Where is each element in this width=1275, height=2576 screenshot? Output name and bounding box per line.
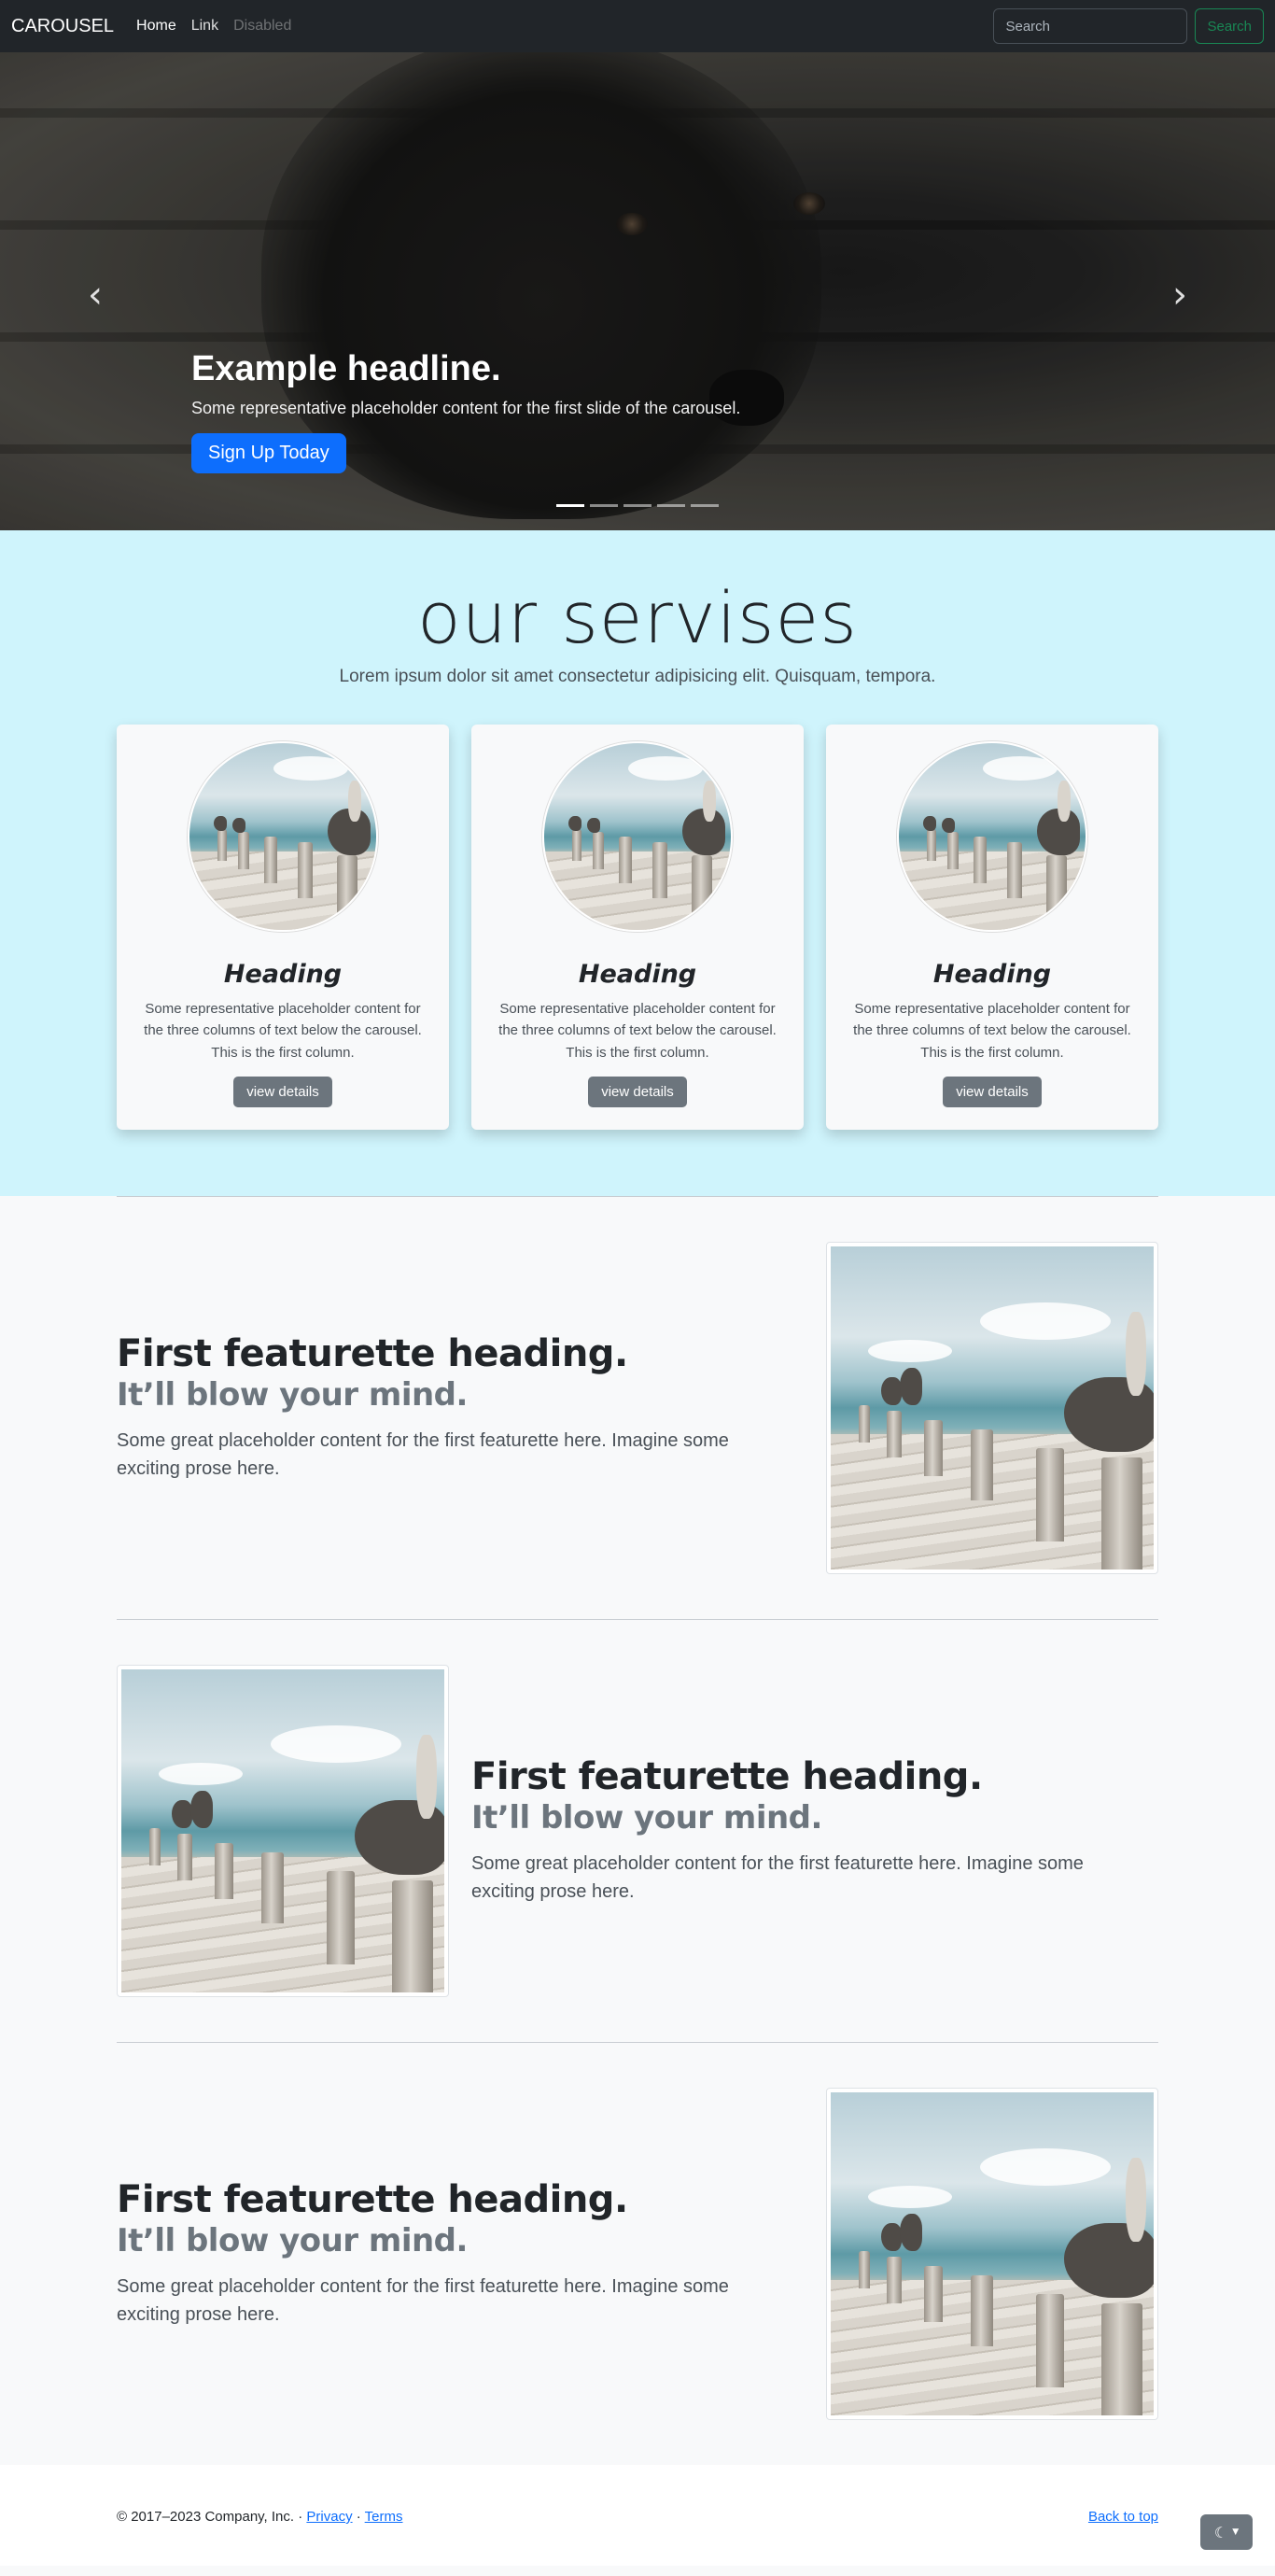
carousel-prev-button[interactable]: ‹ [77,276,114,314]
featurette-image [826,1242,1158,1574]
search-form: Search [993,8,1264,44]
copyright-text: © 2017–2023 Company, Inc. · [117,2509,307,2525]
featurette-heading-text: First featurette heading. [117,1332,628,1376]
featurette-3: First featurette heading. It’ll blow you… [117,2043,1158,2465]
carousel-indicator-4[interactable] [657,504,685,507]
featurette-heading: First featurette heading. It’ll blow you… [471,1756,1158,1836]
card-heading: Heading [578,960,697,989]
carousel-indicators [0,504,1275,507]
search-button[interactable]: Search [1195,8,1264,44]
carousel-indicator-3[interactable] [623,504,652,507]
featurette-heading: First featurette heading. It’ll blow you… [117,2179,826,2259]
service-card: Heading Some representative placeholder … [471,725,804,1130]
carousel-caption: Example headline. Some representative pl… [191,349,740,473]
featurette-heading-text: First featurette heading. [117,2178,628,2222]
brand-link[interactable]: CAROUSEL [11,16,114,37]
featurette-2: First featurette heading. It’ll blow you… [117,1620,1158,2042]
carousel-next-button[interactable]: › [1161,276,1198,314]
footer-separator: · [352,2509,365,2525]
theme-toggle-button[interactable]: ☾ ▼ [1200,2514,1253,2550]
search-input[interactable] [993,8,1188,44]
carousel-indicator-2[interactable] [590,504,618,507]
card-text: Some representative placeholder content … [498,1001,777,1061]
service-card: Heading Some representative placeholder … [117,725,449,1130]
nav-link-home[interactable]: Home [136,18,176,35]
featurette-subheading: It’ll blow your mind. [117,2222,468,2260]
nav-link-link[interactable]: Link [191,18,218,35]
card-heading: Heading [223,960,343,989]
navbar: CAROUSEL Home Link Disabled Search [0,0,1275,52]
chevron-right-icon: › [1172,274,1187,317]
featurette-text: Some great placeholder content for the f… [471,1852,1084,1902]
featurettes: First featurette heading. It’ll blow you… [117,1196,1158,2465]
carousel-text: Some representative placeholder content … [191,399,741,417]
services-section: our servises Lorem ipsum dolor sit amet … [0,530,1275,1196]
services-lead: Lorem ipsum dolor sit amet consectetur a… [339,667,936,686]
privacy-link[interactable]: Privacy [306,2509,352,2525]
featurette-image [117,1665,449,1997]
pelican-thumbnail [542,741,733,932]
chevron-down-icon: ▼ [1232,2527,1240,2537]
services-cards: Heading Some representative placeholder … [0,725,1275,1130]
featurette-image [826,2088,1158,2420]
view-details-button[interactable]: view details [943,1076,1042,1107]
footer-copyright: © 2017–2023 Company, Inc. · Privacy · Te… [117,2509,403,2525]
carousel-indicator-1[interactable] [556,504,584,507]
chevron-left-icon: ‹ [88,274,103,317]
service-card: Heading Some representative placeholder … [826,725,1158,1130]
featurette-subheading: It’ll blow your mind. [471,1799,822,1837]
featurette-heading: First featurette heading. It’ll blow you… [117,1333,826,1413]
card-text: Some representative placeholder content … [853,1001,1131,1061]
hero-carousel: ‹ › Example headline. Some representativ… [0,52,1275,530]
nav-link-disabled: Disabled [233,18,292,34]
pelican-thumbnail [188,741,378,932]
card-text: Some representative placeholder content … [144,1001,422,1061]
moon-icon: ☾ [1213,2523,1228,2541]
pelican-thumbnail [897,741,1087,932]
sign-up-button[interactable]: Sign Up Today [191,433,346,473]
featurette-1: First featurette heading. It’ll blow you… [117,1197,1158,1619]
featurette-text: Some great placeholder content for the f… [117,1429,729,1479]
featurette-heading-text: First featurette heading. [471,1755,983,1799]
terms-link[interactable]: Terms [365,2509,403,2525]
footer: © 2017–2023 Company, Inc. · Privacy · Te… [0,2465,1275,2566]
carousel-headline: Example headline. [191,349,501,388]
carousel-indicator-5[interactable] [691,504,719,507]
back-to-top-link[interactable]: Back to top [1088,2509,1158,2525]
card-heading: Heading [932,960,1052,989]
featurette-text: Some great placeholder content for the f… [117,2275,729,2325]
services-title: our servises [417,576,858,659]
view-details-button[interactable]: view details [233,1076,332,1107]
view-details-button[interactable]: view details [588,1076,687,1107]
featurette-subheading: It’ll blow your mind. [117,1376,468,1415]
